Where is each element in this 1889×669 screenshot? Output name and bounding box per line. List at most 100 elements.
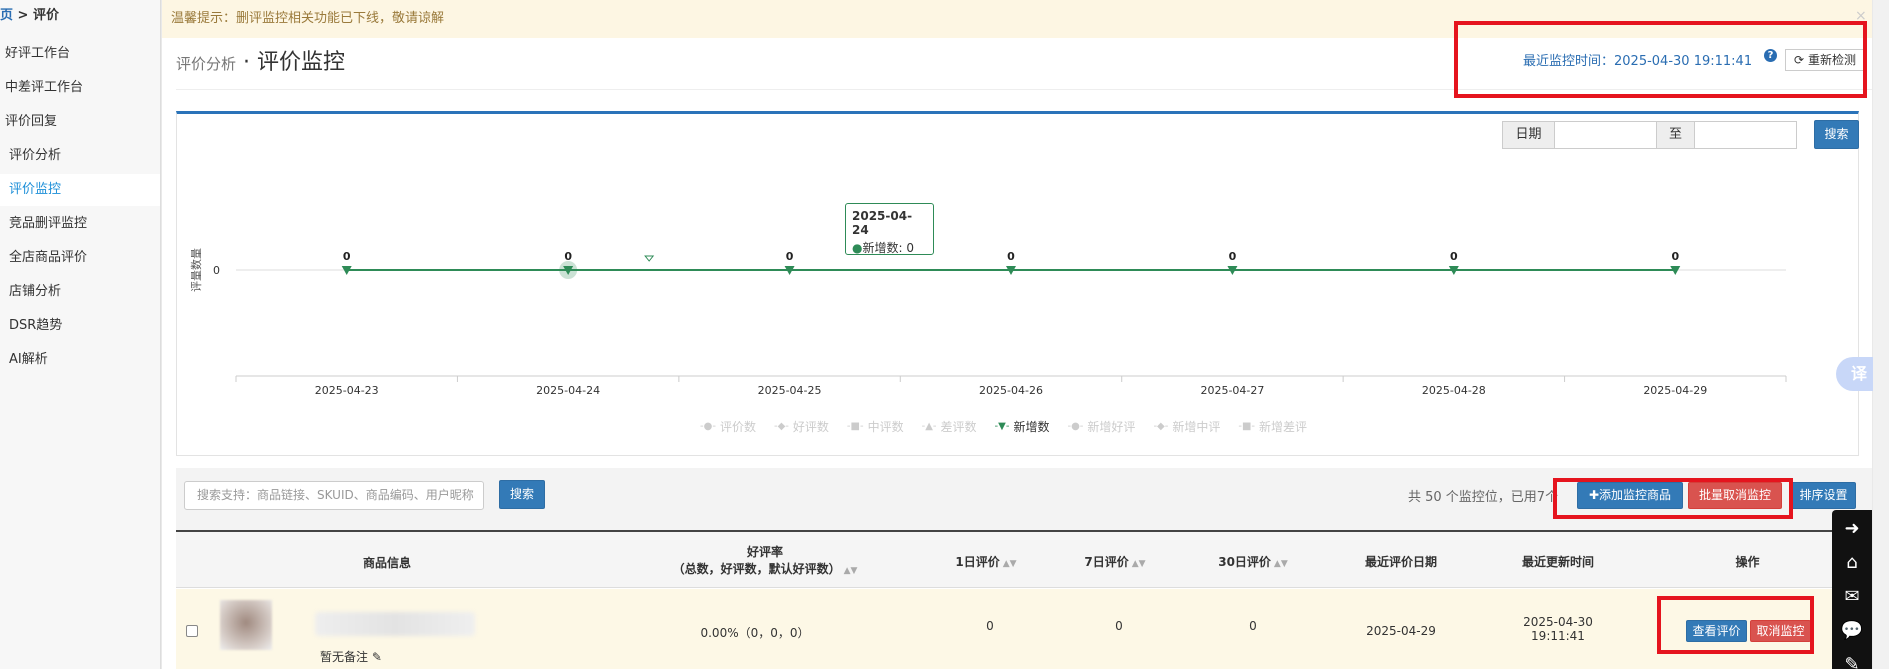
row-30day: 0 bbox=[1249, 619, 1257, 633]
breadcrumb: 首页 > 评价 bbox=[0, 4, 59, 23]
chat-icon[interactable]: 💬 bbox=[1832, 620, 1872, 641]
mail-icon[interactable]: ✉ bbox=[1832, 586, 1872, 607]
col-7day-label: 7日评价 bbox=[1084, 555, 1129, 569]
highlight-box bbox=[1553, 478, 1793, 519]
product-thumbnail[interactable] bbox=[220, 600, 272, 650]
page-title-parent[interactable]: 评价分析 bbox=[176, 55, 236, 73]
row-last-update-date: 2025-04-30 bbox=[1523, 615, 1593, 629]
row-note[interactable]: 暂无备注 ✎ bbox=[320, 648, 382, 665]
col-7day[interactable]: 7日评价 ▲▼ bbox=[1075, 553, 1155, 570]
sidebar-item-all-products[interactable]: 全店商品评价 bbox=[0, 242, 160, 274]
legend-marker: -●- bbox=[1067, 421, 1084, 432]
tooltip-pointer bbox=[644, 255, 655, 262]
arrow-right-icon[interactable]: ➜ bbox=[1832, 518, 1872, 539]
row-checkbox[interactable] bbox=[186, 625, 198, 637]
col-rate-title: 好评率 bbox=[746, 545, 783, 559]
col-1day[interactable]: 1日评价 ▲▼ bbox=[946, 553, 1026, 570]
legend-item[interactable]: -▲- 差评数 bbox=[922, 418, 977, 435]
row-rate: 0.00%（0，0，0） bbox=[700, 626, 810, 640]
row-last-update-time: 19:11:41 bbox=[1531, 629, 1585, 643]
x-tick-label: 2025-04-27 bbox=[1200, 384, 1264, 397]
line-chart: 评量数量 0 2025-04-23 2025-04-24 2025-04-25 2025-… bbox=[190, 248, 1787, 397]
col-ops: 操作 bbox=[1735, 555, 1760, 569]
legend-marker: -▼- bbox=[994, 421, 1010, 432]
data-label: 0 bbox=[564, 250, 572, 263]
sidebar-item-shop-analysis[interactable]: 店铺分析 bbox=[0, 276, 160, 308]
data-label: 0 bbox=[343, 250, 351, 263]
sidebar-item-label: 评价监控 bbox=[9, 182, 62, 197]
tooltip-line: ●新增数: 0 bbox=[852, 239, 927, 256]
sidebar-item-reply[interactable]: 评价回复 bbox=[0, 106, 160, 138]
product-title-blurred[interactable] bbox=[315, 612, 475, 636]
sidebar-item-monitor[interactable]: 评价监控 bbox=[0, 174, 160, 206]
x-tick-label: 2025-04-24 bbox=[536, 384, 600, 397]
sidebar-item-label: DSR趋势 bbox=[9, 318, 63, 333]
data-label: 0 bbox=[786, 250, 794, 263]
edit-icon[interactable]: ✎ bbox=[1832, 654, 1872, 669]
sidebar-item-label: 店铺分析 bbox=[9, 284, 62, 299]
x-tick-label: 2025-04-28 bbox=[1422, 384, 1486, 397]
sidebar-item-good-review[interactable]: 好评工作台 bbox=[0, 38, 160, 70]
legend-marker: -▲- bbox=[921, 421, 937, 432]
col-rate-sub-text: （总数，好评数，默认好评数） bbox=[672, 562, 841, 576]
chart-tooltip: 2025-04-24 ●新增数: 0 bbox=[845, 203, 934, 255]
sort-icon: ▲▼ bbox=[1273, 559, 1288, 569]
scrollbar[interactable] bbox=[1873, 0, 1889, 669]
sidebar-item-label: 全店商品评价 bbox=[9, 250, 88, 265]
legend-item[interactable]: -■- 新增差评 bbox=[1238, 418, 1307, 435]
legend-marker: -■- bbox=[846, 421, 864, 432]
row-last-review: 2025-04-29 bbox=[1366, 624, 1436, 638]
sidebar-item-label: 竞品删评监控 bbox=[9, 216, 88, 231]
legend-item[interactable]: -▼- 新增数 bbox=[995, 418, 1050, 435]
data-label: 0 bbox=[1450, 250, 1458, 263]
sidebar-item-dsr[interactable]: DSR趋势 bbox=[0, 310, 160, 342]
legend-label: 差评数 bbox=[940, 420, 977, 434]
breadcrumb-current: 评价 bbox=[32, 8, 59, 23]
col-rate-sub: （总数，好评数，默认好评数） ▲▼ bbox=[660, 560, 870, 577]
x-tick-label: 2025-04-29 bbox=[1643, 384, 1707, 397]
page-title: 评价分析 · 评价监控 bbox=[176, 44, 345, 76]
legend-label: 好评数 bbox=[792, 420, 829, 434]
sort-settings-button[interactable]: 排序设置 bbox=[1791, 482, 1856, 509]
col-last-update: 最近更新时间 bbox=[1521, 555, 1594, 569]
x-tick-label: 2025-04-26 bbox=[979, 384, 1043, 397]
sort-icon: ▲▼ bbox=[1002, 559, 1017, 569]
note-text: 暂无备注 bbox=[320, 650, 369, 664]
sidebar-item-label: 评价回复 bbox=[5, 114, 58, 129]
sidebar-item-ai[interactable]: AI解析 bbox=[0, 344, 160, 376]
chart-layer: 评量数量 0 2025-04-23 2025-04-24 2025-04-25 2025-… bbox=[190, 248, 1787, 397]
sidebar-item-competitor[interactable]: 竞品删评监控 bbox=[0, 208, 160, 240]
legend-item[interactable]: -●- 新增好评 bbox=[1067, 418, 1135, 435]
legend-item[interactable]: -●- 评价数 bbox=[700, 418, 756, 435]
legend-item[interactable]: -◆- 新增中评 bbox=[1153, 418, 1220, 435]
sort-icon: ▲▼ bbox=[1131, 559, 1146, 569]
legend-label: 新增好评 bbox=[1087, 420, 1136, 434]
col-rate[interactable]: 好评率 （总数，好评数，默认好评数） ▲▼ bbox=[660, 543, 870, 577]
row-last-update: 2025-04-30 19:11:41 bbox=[1508, 615, 1608, 643]
col-product: 商品信息 bbox=[362, 556, 411, 570]
side-toolbar: ➜ ⌂ ✉ 💬 ✎ bbox=[1832, 510, 1872, 669]
legend-label: 评价数 bbox=[719, 420, 756, 434]
sidebar-item-bad-review[interactable]: 中差评工作台 bbox=[0, 72, 160, 104]
legend-label: 中评数 bbox=[867, 420, 904, 434]
legend-label: 新增差评 bbox=[1259, 420, 1308, 434]
search-input[interactable]: 搜索支持：商品链接、SKUID、商品编码、用户昵称 bbox=[184, 481, 484, 510]
legend-marker: -●- bbox=[700, 421, 716, 432]
col-last-review: 最近评价日期 bbox=[1364, 555, 1437, 569]
sidebar-item-label: 好评工作台 bbox=[5, 46, 71, 61]
sidebar-item-analysis[interactable]: 评价分析 bbox=[0, 140, 160, 172]
col-30day[interactable]: 30日评价 ▲▼ bbox=[1208, 553, 1298, 570]
sidebar-item-label: AI解析 bbox=[9, 352, 48, 367]
x-tick-label: 2025-04-25 bbox=[758, 384, 822, 397]
pencil-icon[interactable]: ✎ bbox=[372, 650, 382, 664]
tooltip-label: 新增数: 0 bbox=[862, 241, 914, 255]
highlight-box bbox=[1454, 21, 1867, 98]
legend-marker: -◆- bbox=[773, 421, 789, 432]
breadcrumb-home[interactable]: 首页 bbox=[0, 8, 13, 23]
search-button[interactable]: 搜索 bbox=[499, 480, 545, 509]
legend-item[interactable]: -■- 中评数 bbox=[847, 418, 904, 435]
sidebar-item-label: 中差评工作台 bbox=[5, 80, 84, 95]
legend-item[interactable]: -◆- 好评数 bbox=[774, 418, 829, 435]
home-icon[interactable]: ⌂ bbox=[1832, 552, 1872, 573]
highlight-box bbox=[1657, 596, 1814, 654]
